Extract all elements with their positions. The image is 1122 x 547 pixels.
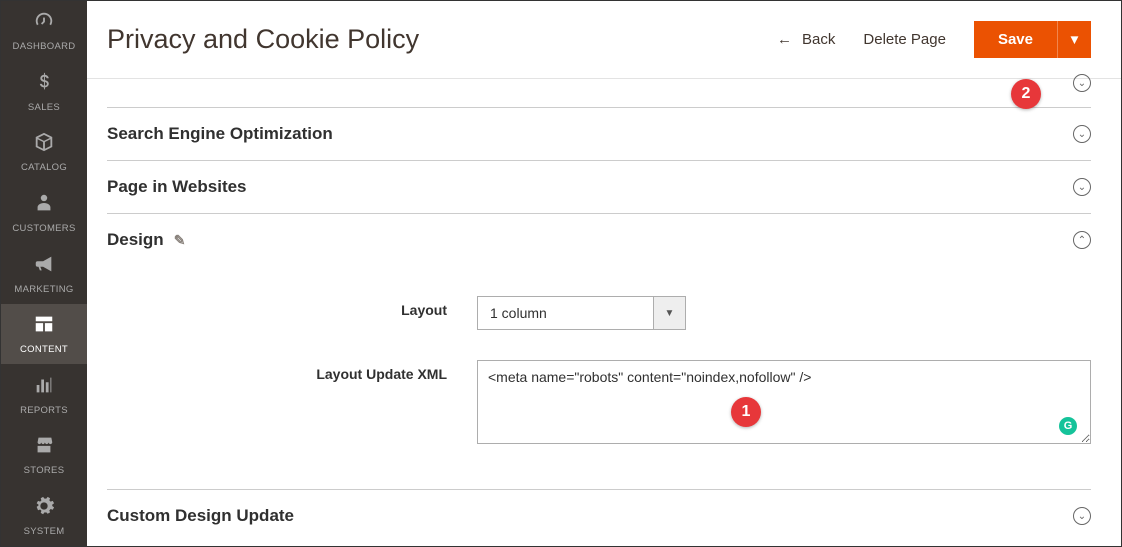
person-icon — [33, 192, 55, 219]
sidebar-label: SALES — [28, 102, 60, 113]
dashboard-icon — [33, 10, 55, 37]
sidebar-item-system[interactable]: SYSTEM — [1, 486, 87, 547]
main-content: Privacy and Cookie Policy ← Back Delete … — [87, 1, 1121, 546]
layout-xml-textarea[interactable] — [477, 360, 1091, 444]
save-button-group: Save ▼ — [974, 21, 1091, 58]
sections-container: Content ⌄ Search Engine Optimization ⌄ P… — [87, 79, 1121, 542]
dollar-icon — [33, 71, 55, 98]
sidebar-label: CONTENT — [20, 344, 68, 355]
chart-icon — [33, 374, 55, 401]
page-title: Privacy and Cookie Policy — [107, 24, 777, 55]
callout-2: 2 — [1011, 79, 1041, 109]
grammarly-icon: G — [1059, 417, 1077, 435]
sidebar-label: STORES — [24, 465, 65, 476]
sidebar-label: CUSTOMERS — [12, 223, 75, 234]
design-label: Design — [107, 230, 164, 250]
sidebar-item-content[interactable]: CONTENT — [1, 304, 87, 365]
admin-sidebar: DASHBOARD SALES CATALOG CUSTOMERS MARKET… — [1, 1, 87, 546]
section-seo[interactable]: Search Engine Optimization ⌄ — [107, 108, 1091, 161]
sidebar-label: CATALOG — [21, 162, 67, 173]
sidebar-label: REPORTS — [20, 405, 68, 416]
callout-1: 1 — [731, 397, 761, 427]
pencil-icon: ✎ — [174, 232, 186, 249]
section-custom-design[interactable]: Custom Design Update ⌄ — [107, 490, 1091, 542]
section-design[interactable]: Design ✎ ⌃ — [107, 214, 1091, 266]
storefront-icon — [33, 434, 55, 461]
sidebar-label: DASHBOARD — [13, 41, 76, 52]
layout-select[interactable]: 1 column ▼ — [477, 296, 686, 330]
sidebar-item-catalog[interactable]: CATALOG — [1, 122, 87, 183]
section-title: Custom Design Update — [107, 506, 294, 526]
chevron-down-icon: ⌄ — [1073, 507, 1091, 525]
sidebar-label: MARKETING — [14, 284, 73, 295]
box-icon — [33, 131, 55, 158]
layout-xml-field: G — [477, 360, 1091, 449]
megaphone-icon — [33, 253, 55, 280]
sidebar-item-customers[interactable]: CUSTOMERS — [1, 183, 87, 244]
chevron-down-icon: ⌄ — [1073, 178, 1091, 196]
sidebar-item-marketing[interactable]: MARKETING — [1, 243, 87, 304]
layout-row: Layout 1 column ▼ — [107, 296, 1091, 330]
delete-page-button[interactable]: Delete Page — [863, 31, 946, 48]
chevron-up-icon: ⌃ — [1073, 231, 1091, 249]
sidebar-item-sales[interactable]: SALES — [1, 62, 87, 123]
sidebar-label: SYSTEM — [24, 526, 65, 537]
section-title: Search Engine Optimization — [107, 124, 333, 144]
page-header: Privacy and Cookie Policy ← Back Delete … — [87, 1, 1121, 79]
save-dropdown-button[interactable]: ▼ — [1057, 21, 1091, 58]
save-button[interactable]: Save — [974, 21, 1057, 58]
sidebar-item-dashboard[interactable]: DASHBOARD — [1, 1, 87, 62]
back-button[interactable]: ← Back — [777, 31, 835, 48]
header-actions: ← Back Delete Page Save ▼ — [777, 21, 1091, 58]
back-label: Back — [802, 31, 835, 48]
sidebar-item-reports[interactable]: REPORTS — [1, 364, 87, 425]
layout-field: 1 column ▼ — [477, 296, 1091, 330]
chevron-down-icon: ⌄ — [1073, 125, 1091, 143]
design-section-body: Layout 1 column ▼ Layout Update XML G — [107, 266, 1091, 490]
layout-icon — [33, 313, 55, 340]
sidebar-item-stores[interactable]: STORES — [1, 425, 87, 486]
section-content[interactable]: Content ⌄ — [107, 79, 1091, 108]
section-page-in-websites[interactable]: Page in Websites ⌄ — [107, 161, 1091, 214]
gear-icon — [33, 495, 55, 522]
chevron-down-icon: ▼ — [1068, 32, 1081, 47]
arrow-left-icon: ← — [777, 31, 792, 48]
chevron-down-icon: ▼ — [653, 297, 685, 329]
section-title: Design ✎ — [107, 230, 185, 250]
chevron-down-icon: ⌄ — [1073, 74, 1091, 92]
layout-select-value: 1 column — [478, 297, 653, 329]
layout-xml-row: Layout Update XML G — [107, 360, 1091, 449]
section-title: Page in Websites — [107, 177, 247, 197]
layout-xml-label: Layout Update XML — [107, 360, 477, 382]
layout-label: Layout — [107, 296, 477, 318]
